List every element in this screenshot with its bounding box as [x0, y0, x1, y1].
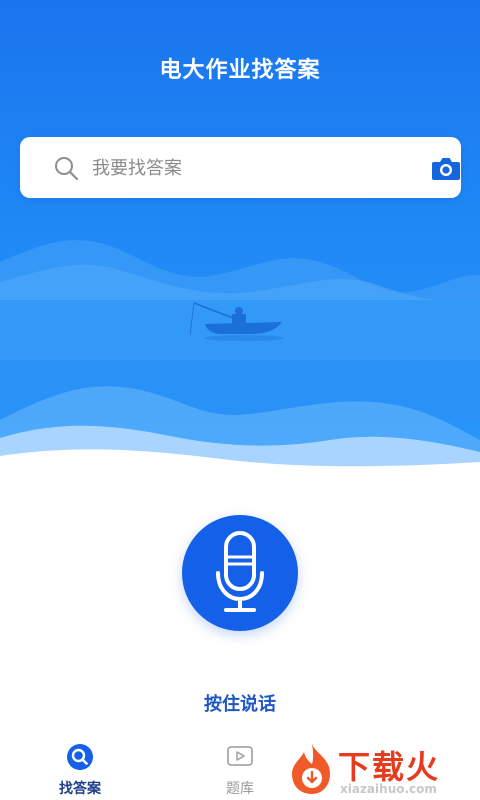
tab-question-bank-label: 题库 [226, 781, 254, 797]
search-icon [55, 157, 79, 181]
watermark-site: xiazaihuo.com [340, 782, 437, 796]
magnifier-tab-icon [67, 744, 93, 770]
voice-record-button[interactable] [182, 515, 298, 631]
flame-logo-icon [292, 744, 330, 794]
camera-icon[interactable] [431, 154, 461, 182]
hero-banner: 电大作业找答案 [0, 0, 480, 480]
tab-find-answer-label: 找答案 [59, 781, 101, 797]
hold-to-talk-label: 按住说话 [204, 694, 276, 715]
page-title: 电大作业找答案 [159, 58, 321, 83]
search-bar[interactable] [20, 137, 461, 198]
play-tab-icon [227, 746, 253, 766]
search-input[interactable] [92, 151, 392, 185]
tab-question-bank[interactable]: 题库 [200, 735, 280, 800]
watermark: 下载火 xiazaihuo.com [286, 738, 480, 800]
microphone-icon [216, 531, 264, 612]
tab-find-answer[interactable]: 找答案 [40, 735, 120, 800]
